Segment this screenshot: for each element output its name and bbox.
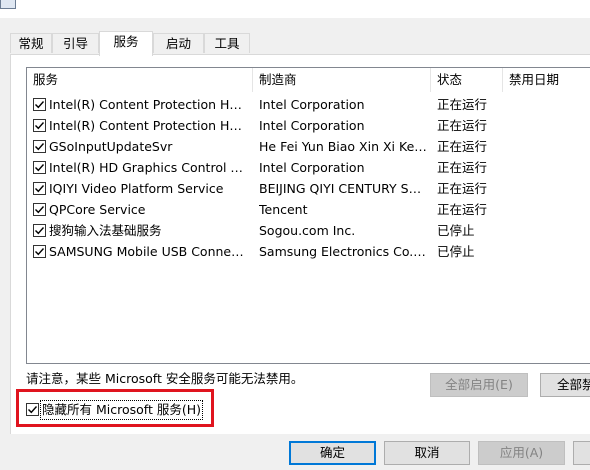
- checkmark-icon: [35, 185, 45, 193]
- services-list[interactable]: 服务 制造商 状态 禁用日期 Intel(R) Content Protecti…: [26, 67, 590, 364]
- service-status: 正在运行: [437, 118, 488, 133]
- service-rows: Intel(R) Content Protection HECI ... Inte…: [27, 94, 590, 262]
- column-header-status[interactable]: 状态: [431, 68, 503, 92]
- service-name: GSoInputUpdateSvr: [49, 139, 173, 154]
- service-row[interactable]: QPCore Service Tencent 正在运行: [27, 199, 590, 220]
- service-checkbox[interactable]: [33, 119, 46, 132]
- hide-microsoft-checkbox[interactable]: [26, 403, 39, 416]
- service-row[interactable]: Intel(R) HD Graphics Control Pan... Intel…: [27, 157, 590, 178]
- cancel-button[interactable]: 取消: [384, 441, 470, 465]
- enable-all-button[interactable]: 全部启用(E): [430, 373, 528, 397]
- checkmark-icon: [35, 227, 45, 235]
- checkmark-icon: [28, 406, 38, 414]
- service-name: QPCore Service: [49, 202, 146, 217]
- service-manufacturer: Intel Corporation: [259, 118, 365, 133]
- tab-startup[interactable]: 启动: [153, 33, 204, 53]
- help-button[interactable]: [573, 441, 590, 465]
- service-name: 搜狗输入法基础服务: [49, 223, 162, 238]
- service-status: 已停止: [437, 223, 475, 238]
- dialog-button-bar: 确定 取消 应用(A): [0, 434, 590, 470]
- service-manufacturer: Samsung Electronics Co., L...: [259, 244, 427, 259]
- column-header-disabled-date[interactable]: 禁用日期: [503, 68, 590, 92]
- service-manufacturer: Intel Corporation: [259, 97, 365, 112]
- checkmark-icon: [35, 164, 45, 172]
- service-status: 正在运行: [437, 160, 488, 175]
- service-name: IQIYI Video Platform Service: [49, 181, 224, 196]
- service-row[interactable]: Intel(R) Content Protection HDCP... Intel…: [27, 115, 590, 136]
- service-name: Intel(R) HD Graphics Control Pan...: [49, 160, 249, 175]
- service-row[interactable]: Intel(R) Content Protection HECI ... Inte…: [27, 94, 590, 115]
- list-header: 服务 制造商 状态 禁用日期: [27, 68, 590, 92]
- service-checkbox[interactable]: [33, 224, 46, 237]
- column-header-manufacturer[interactable]: 制造商: [253, 68, 431, 92]
- service-manufacturer: BEIJING QIYI CENTURY SC...: [259, 181, 427, 196]
- app-icon: [0, 0, 16, 9]
- service-manufacturer: Tencent: [259, 202, 308, 217]
- checkmark-icon: [35, 143, 45, 151]
- tab-tools[interactable]: 工具: [204, 33, 250, 53]
- service-manufacturer: Intel Corporation: [259, 160, 365, 175]
- ok-button[interactable]: 确定: [289, 441, 376, 465]
- service-checkbox[interactable]: [33, 182, 46, 195]
- tab-services[interactable]: 服务: [99, 31, 153, 56]
- service-manufacturer: He Fei Yun Biao Xin Xi Ke J...: [259, 139, 427, 154]
- service-name: Intel(R) Content Protection HECI ...: [49, 97, 249, 112]
- service-row[interactable]: IQIYI Video Platform Service BEIJING QIYI…: [27, 178, 590, 199]
- tab-boot[interactable]: 引导: [52, 33, 99, 53]
- notice-text: 请注意，某些 Microsoft 安全服务可能无法禁用。: [26, 371, 304, 386]
- service-status: 正在运行: [437, 202, 488, 217]
- disable-all-button[interactable]: 全部禁: [540, 373, 590, 397]
- service-status: 正在运行: [437, 139, 488, 154]
- service-status: 正在运行: [437, 181, 488, 196]
- service-row[interactable]: GSoInputUpdateSvr He Fei Yun Biao Xin Xi …: [27, 136, 590, 157]
- service-name: SAMSUNG Mobile USB Connecti...: [49, 244, 249, 259]
- service-name: Intel(R) Content Protection HDCP...: [49, 118, 249, 133]
- service-checkbox[interactable]: [33, 245, 46, 258]
- checkmark-icon: [35, 248, 45, 256]
- checkmark-icon: [35, 101, 45, 109]
- column-header-service[interactable]: 服务: [27, 68, 253, 92]
- service-row[interactable]: SAMSUNG Mobile USB Connecti... Samsung El…: [27, 241, 590, 262]
- tab-general[interactable]: 常规: [10, 33, 52, 53]
- apply-button[interactable]: 应用(A): [478, 441, 565, 465]
- checkmark-icon: [35, 206, 45, 214]
- title-bar: [0, 0, 590, 18]
- service-checkbox[interactable]: [33, 98, 46, 111]
- service-checkbox[interactable]: [33, 203, 46, 216]
- service-manufacturer: Sogou.com Inc.: [259, 223, 356, 238]
- service-row[interactable]: 搜狗输入法基础服务 Sogou.com Inc. 已停止: [27, 220, 590, 241]
- service-status: 已停止: [437, 244, 475, 259]
- service-checkbox[interactable]: [33, 161, 46, 174]
- hide-microsoft-label: 隐藏所有 Microsoft 服务(H): [40, 400, 203, 420]
- service-checkbox[interactable]: [33, 140, 46, 153]
- checkmark-icon: [35, 122, 45, 130]
- service-status: 正在运行: [437, 97, 488, 112]
